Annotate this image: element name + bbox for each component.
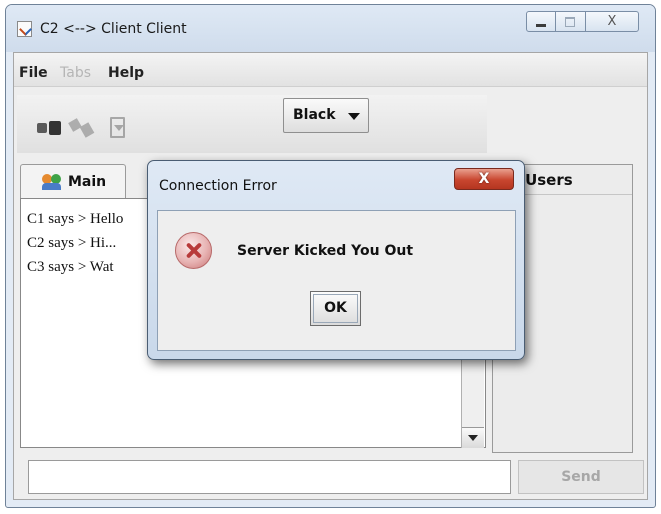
disconnect-icon[interactable] xyxy=(68,117,95,139)
title-bar[interactable]: C2 <--> Client Client xyxy=(6,5,655,52)
tab-main[interactable]: Main xyxy=(20,164,126,199)
document-icon[interactable] xyxy=(108,117,128,139)
chat-line: C3 says > Wat xyxy=(27,259,114,275)
tab-main-label: Main xyxy=(68,174,107,190)
connect-icon[interactable] xyxy=(37,117,61,139)
minimize-button[interactable] xyxy=(526,11,556,32)
menu-help[interactable]: Help xyxy=(108,65,144,81)
message-input[interactable] xyxy=(28,460,511,494)
maximize-button[interactable] xyxy=(556,11,585,32)
menu-bar: File Tabs Help xyxy=(14,53,647,87)
chat-line: C1 says > Hello xyxy=(27,211,124,227)
chevron-down-icon xyxy=(348,113,360,120)
error-message: Server Kicked You Out xyxy=(237,243,414,259)
ok-button[interactable]: OK xyxy=(310,291,361,326)
color-select-value: Black xyxy=(293,107,336,123)
chat-line: C2 says > Hi... xyxy=(27,235,117,251)
dialog-close-button[interactable] xyxy=(454,168,514,190)
users-group-icon xyxy=(42,174,64,190)
app-java-icon xyxy=(17,21,32,37)
send-button[interactable]: Send xyxy=(518,460,644,494)
scroll-down-button[interactable] xyxy=(462,427,484,448)
connection-error-dialog: Connection Error Server Kicked You Out O… xyxy=(147,160,525,360)
close-window-button[interactable] xyxy=(585,11,639,32)
dialog-title: Connection Error xyxy=(159,178,277,194)
menu-file[interactable]: File xyxy=(19,65,48,81)
window-title: C2 <--> Client Client xyxy=(40,21,187,37)
color-select[interactable]: Black xyxy=(283,98,369,133)
toolbar xyxy=(17,95,487,153)
error-icon xyxy=(175,232,212,269)
dialog-body: Server Kicked You Out OK xyxy=(157,210,516,351)
menu-tabs[interactable]: Tabs xyxy=(60,65,91,81)
